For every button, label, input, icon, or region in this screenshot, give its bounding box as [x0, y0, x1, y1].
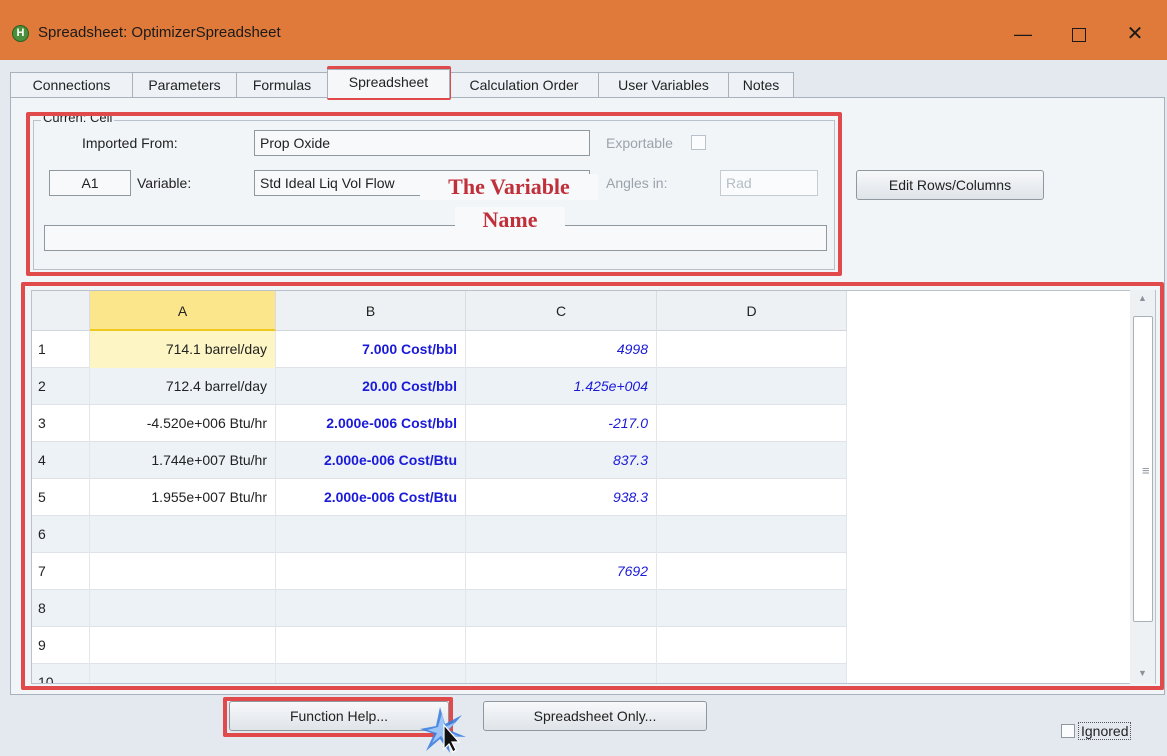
title-bar[interactable]: H Spreadsheet: OptimizerSpreadsheet — ✕: [0, 0, 1167, 60]
click-indicator-icon: [420, 707, 466, 753]
tab-parameters[interactable]: Parameters: [132, 72, 237, 98]
spreadsheet-only-button[interactable]: Spreadsheet Only...: [483, 701, 707, 731]
ignored-label: Ignored: [1078, 722, 1132, 740]
edit-rows-columns-button[interactable]: Edit Rows/Columns: [856, 170, 1044, 200]
annotation-text-line2: Name: [455, 207, 565, 233]
tab-connections[interactable]: Connections: [10, 72, 133, 98]
tab-calculation-order[interactable]: Calculation Order: [449, 72, 599, 98]
spreadsheet-window: H Spreadsheet: OptimizerSpreadsheet — ✕ …: [0, 0, 1167, 756]
annotation-box-grid: [21, 282, 1164, 690]
ignored-checkbox[interactable]: [1061, 724, 1075, 738]
tab-formulas[interactable]: Formulas: [236, 72, 328, 98]
maximize-button[interactable]: [1056, 12, 1102, 56]
maximize-icon: [1072, 28, 1086, 43]
app-icon: H: [12, 25, 29, 42]
window-title: Spreadsheet: OptimizerSpreadsheet: [38, 24, 281, 41]
tab-user-variables[interactable]: User Variables: [598, 72, 729, 98]
tab-spreadsheet[interactable]: Spreadsheet: [327, 69, 450, 98]
minimize-button[interactable]: —: [1000, 12, 1046, 56]
close-button[interactable]: ✕: [1112, 12, 1158, 56]
annotation-text-line1: The Variable: [420, 174, 598, 200]
tab-notes[interactable]: Notes: [728, 72, 794, 98]
